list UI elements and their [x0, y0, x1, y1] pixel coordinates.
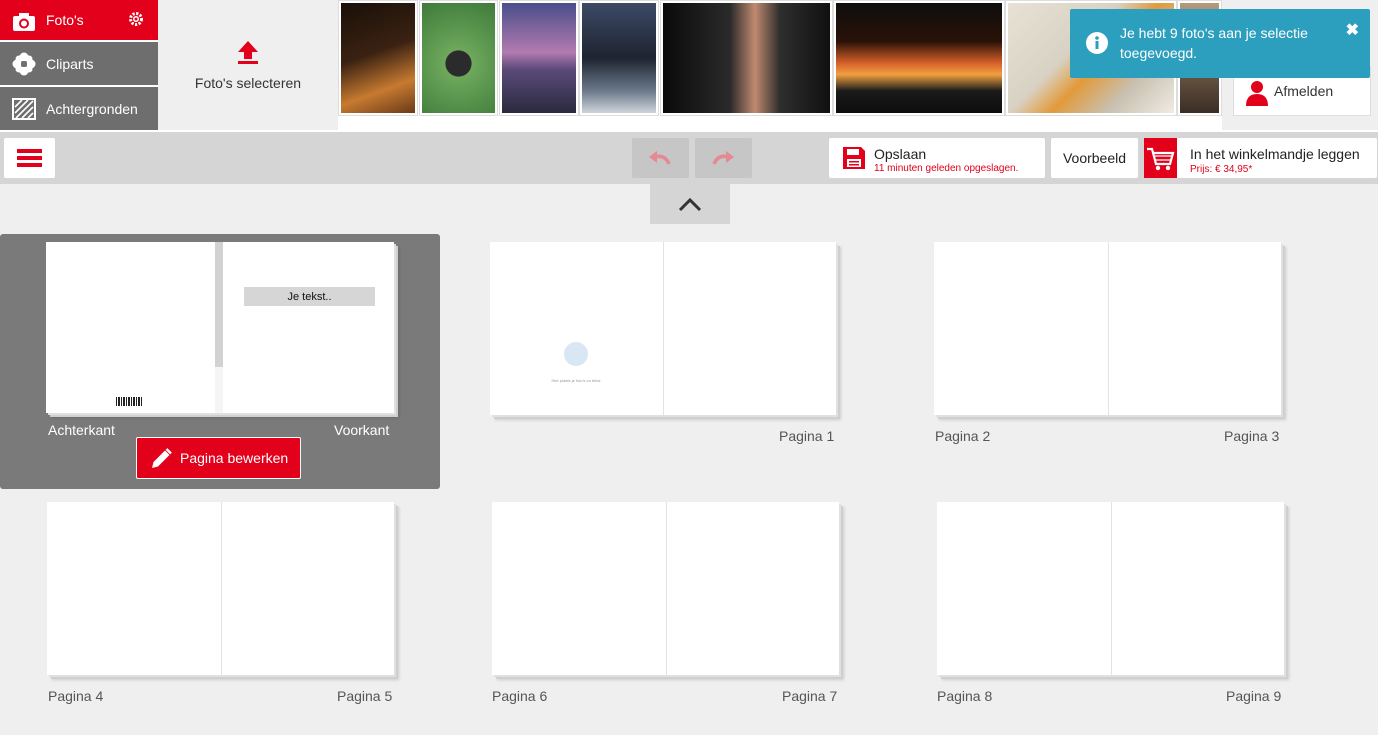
preview-label: Voorbeeld [1062, 150, 1127, 166]
barcode [116, 397, 142, 406]
cover-text-placeholder: Je tekst.. [287, 290, 332, 303]
page-spread[interactable]: Hier plaats je foto's en tekst [490, 242, 836, 415]
cover-spread[interactable]: Je tekst.. [46, 242, 394, 413]
page-spread[interactable] [937, 502, 1284, 675]
photo-grill [422, 3, 495, 113]
editor-toolbar: Opslaan 11 minuten geleden opgeslagen. V… [0, 132, 1378, 184]
camera-icon [13, 13, 35, 31]
menu-button[interactable] [4, 138, 55, 178]
close-icon[interactable]: ✖ [1346, 21, 1359, 41]
page-label: Pagina 5 [337, 688, 393, 704]
notification-message: Je hebt 9 foto's aan je selectie toegevo… [1120, 25, 1308, 61]
photo-thumbnail[interactable] [338, 0, 418, 116]
price-label: Prijs: € 34,95* [1190, 164, 1253, 175]
tab-backgrounds-label: Achtergronden [46, 100, 138, 117]
page-label: Pagina 8 [937, 688, 993, 704]
page-spread[interactable] [47, 502, 394, 675]
hamburger-icon [17, 149, 42, 153]
page-label: Pagina 1 [779, 428, 835, 444]
collapse-panel-button[interactable] [650, 184, 730, 224]
page-label: Pagina 7 [782, 688, 838, 704]
tab-cliparts-label: Cliparts [46, 55, 94, 72]
undo-icon [649, 151, 671, 165]
photo-thumbnail[interactable] [579, 0, 659, 116]
info-icon [1086, 32, 1108, 54]
undo-button[interactable] [632, 138, 689, 178]
info-icon [564, 342, 588, 366]
redo-button[interactable] [695, 138, 752, 178]
save-button[interactable]: Opslaan 11 minuten geleden opgeslagen. [829, 138, 1045, 178]
preview-button[interactable]: Voorbeeld [1051, 138, 1138, 178]
cart-label: In het winkelmandje leggen [1190, 146, 1360, 162]
front-cover-label: Voorkant [334, 422, 390, 438]
notification-toast: Je hebt 9 foto's aan je selectie toegevo… [1070, 9, 1370, 78]
page-label: Pagina 9 [1226, 688, 1282, 704]
edit-page-button[interactable]: Pagina bewerken [136, 437, 301, 479]
flower-icon [12, 52, 36, 76]
background-icon [12, 98, 36, 120]
photo-thumbnail[interactable] [419, 0, 498, 116]
photo-thumbnail[interactable] [499, 0, 579, 116]
photo-lake [502, 3, 576, 113]
upload-arrow-icon [238, 41, 258, 64]
photo-fire [836, 3, 1002, 113]
back-cover-label: Achterkant [48, 422, 115, 438]
logout-label: Afmelden [1274, 83, 1334, 99]
chevron-up-icon [678, 197, 702, 212]
photo-thumbnail[interactable] [660, 0, 833, 116]
edit-page-label: Pagina bewerken [180, 450, 289, 466]
page-label: Pagina 3 [1224, 428, 1280, 444]
media-panel: Foto's Cliparts Achtergronden Foto's sel… [0, 0, 1378, 132]
page-label: Pagina 4 [48, 688, 104, 704]
page-spread[interactable] [492, 502, 839, 675]
photo-candles [341, 3, 415, 113]
tab-cliparts[interactable]: Cliparts [0, 42, 158, 85]
tab-backgrounds[interactable]: Achtergronden [0, 87, 158, 130]
select-photos-button[interactable]: Foto's selecteren [158, 0, 338, 130]
shopping-cart-icon [1147, 147, 1175, 171]
page-label: Pagina 6 [492, 688, 548, 704]
redo-icon [712, 151, 734, 165]
photo-thumbnail[interactable] [833, 0, 1005, 116]
add-to-cart-button[interactable]: In het winkelmandje leggen Prijs: € 34,9… [1144, 138, 1377, 178]
select-photos-label: Foto's selecteren [194, 75, 302, 91]
tab-photos[interactable]: Foto's [0, 0, 176, 40]
save-label: Opslaan [874, 146, 927, 162]
user-icon [1246, 81, 1268, 106]
photo-handshake [663, 3, 830, 113]
settings-gear-icon[interactable] [128, 11, 144, 27]
tab-photos-label: Foto's [46, 12, 84, 28]
photo-dinner [582, 3, 656, 113]
page-spread[interactable] [934, 242, 1281, 415]
cart-icon-box [1144, 138, 1177, 178]
pencil-icon [152, 448, 172, 468]
save-status: 11 minuten geleden opgeslagen. [874, 163, 1019, 174]
page-label: Pagina 2 [935, 428, 991, 444]
cover-text-field[interactable]: Je tekst.. [244, 287, 375, 306]
floppy-disk-icon [843, 147, 865, 169]
